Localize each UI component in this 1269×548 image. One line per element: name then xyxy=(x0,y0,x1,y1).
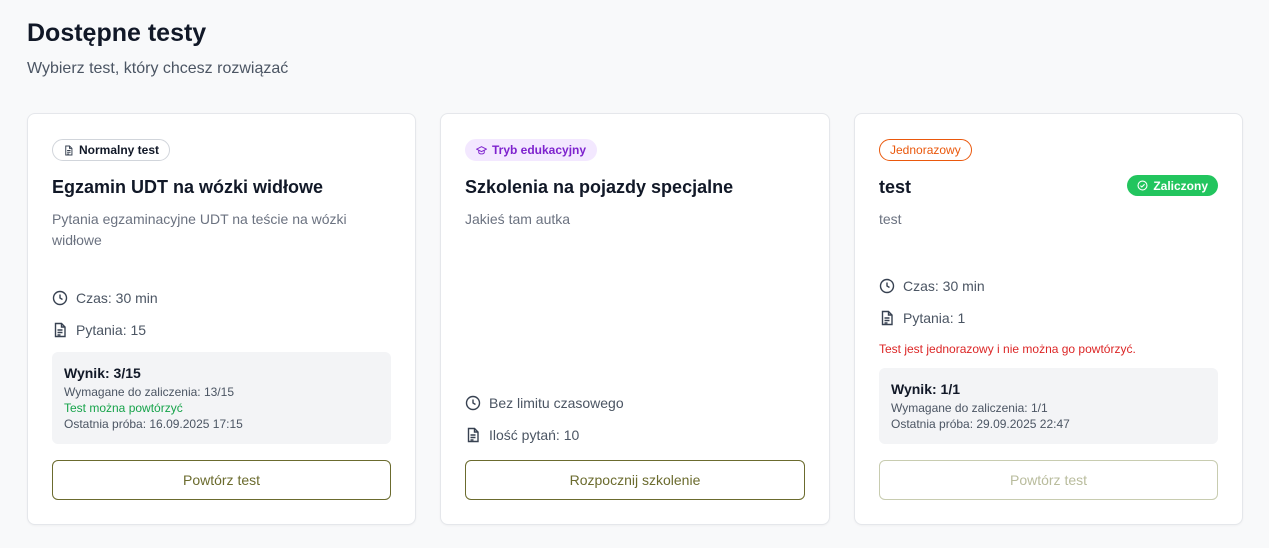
document-icon xyxy=(881,310,893,326)
time-info: Bez limitu czasowego xyxy=(465,395,624,411)
card-title: Szkolenia na pojazdy specjalne xyxy=(465,177,734,197)
result-required: Wymagane do zaliczenia: 1/1 xyxy=(891,401,1048,415)
badge-label: Jednorazowy xyxy=(890,143,961,157)
graduation-cap-icon xyxy=(476,145,487,154)
questions-info: Pytania: 15 xyxy=(52,322,146,338)
result-score: Wynik: 1/1 xyxy=(891,381,960,397)
time-label: Czas: 30 min xyxy=(903,278,985,294)
questions-label: Pytania: 1 xyxy=(903,310,966,326)
document-icon xyxy=(467,427,479,443)
page-title: Dostępne testy xyxy=(27,19,207,47)
clock-icon xyxy=(52,290,68,306)
result-box: Wynik: 1/1 Wymagane do zaliczenia: 1/1 O… xyxy=(879,368,1218,444)
result-retake-status: Test można powtórzyć xyxy=(64,401,183,415)
card-title: Egzamin UDT na wózki widłowe xyxy=(52,177,324,197)
time-info: Czas: 30 min xyxy=(879,278,985,294)
card-description: Pytania egzaminacyjne UDT na teście na w… xyxy=(52,211,347,248)
test-type-badge: Normalny test xyxy=(52,139,171,161)
card-title: test xyxy=(879,177,912,197)
questions-info: Pytania: 1 xyxy=(879,310,965,326)
result-score: Wynik: 3/15 xyxy=(64,365,141,381)
status-label: Zaliczony xyxy=(1153,178,1208,193)
test-card-test: Jednorazowy Zaliczony test test Czas: 30… xyxy=(854,113,1243,525)
time-label: Czas: 30 min xyxy=(76,290,158,306)
time-label: Bez limitu czasowego xyxy=(489,395,624,411)
questions-label: Pytania: 15 xyxy=(76,322,147,338)
test-type-badge: Jednorazowy xyxy=(879,139,972,161)
card-description: test xyxy=(879,211,902,227)
questions-info: Ilość pytań: 10 xyxy=(465,427,579,443)
result-required: Wymagane do zaliczenia: 13/15 xyxy=(64,385,234,399)
retake-test-button[interactable]: Powtórz test xyxy=(52,460,391,500)
test-card-egzamin-udt: Normalny test Egzamin UDT na wózki widło… xyxy=(27,113,416,525)
test-type-badge: Tryb edukacyjny xyxy=(465,139,598,161)
start-training-button[interactable]: Rozpocznij szkolenie xyxy=(465,460,805,500)
time-info: Czas: 30 min xyxy=(52,290,158,306)
page-subtitle: Wybierz test, który chcesz rozwiązać xyxy=(27,60,289,77)
result-last-attempt: Ostatnia próba: 29.09.2025 22:47 xyxy=(891,417,1070,431)
status-badge: Zaliczony xyxy=(1127,175,1218,196)
card-description: Jakieś tam autka xyxy=(465,211,571,227)
result-box: Wynik: 3/15 Wymagane do zaliczenia: 13/1… xyxy=(52,352,391,444)
questions-label: Ilość pytań: 10 xyxy=(489,427,580,443)
badge-label: Normalny test xyxy=(79,143,160,157)
document-icon xyxy=(65,145,73,155)
one-time-warning: Test jest jednorazowy i nie można go pow… xyxy=(879,342,1136,356)
badge-label: Tryb edukacyjny xyxy=(492,143,587,157)
document-icon xyxy=(54,322,66,338)
check-circle-icon xyxy=(1137,180,1148,191)
clock-icon xyxy=(879,278,895,294)
clock-icon xyxy=(465,395,481,411)
test-card-szkolenia: Tryb edukacyjny Szkolenia na pojazdy spe… xyxy=(440,113,830,525)
result-last-attempt: Ostatnia próba: 16.09.2025 17:15 xyxy=(64,417,243,431)
retake-test-button-disabled[interactable]: Powtórz test xyxy=(879,460,1218,500)
